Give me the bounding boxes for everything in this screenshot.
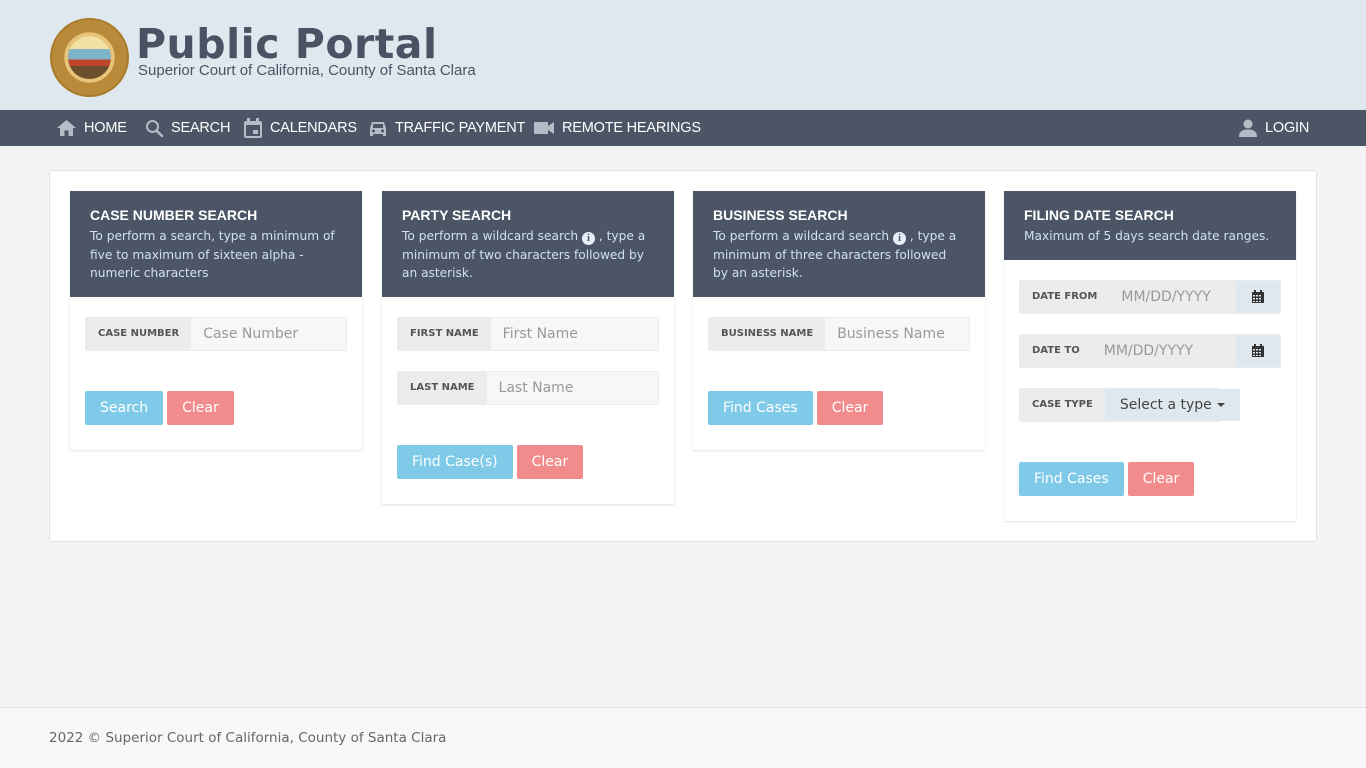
card-header: BUSINESS SEARCH To perform a wildcard se…	[693, 191, 985, 297]
last-name-input[interactable]	[486, 371, 658, 404]
caret-down-icon	[1216, 402, 1225, 407]
business-search-card: BUSINESS SEARCH To perform a wildcard se…	[693, 191, 985, 450]
home-icon	[57, 120, 76, 136]
main-nav: HOME SEARCH CALENDARS TRAFFIC PAYMENT RE…	[0, 110, 1366, 146]
case-type-label: CASE TYPE	[1020, 388, 1105, 421]
case-number-label: CASE NUMBER	[86, 317, 192, 350]
date-from-group: DATE FROM	[1019, 279, 1281, 314]
nav-home[interactable]: HOME	[56, 110, 127, 146]
first-name-input[interactable]	[490, 317, 658, 350]
card-title: PARTY SEARCH	[402, 207, 512, 223]
card-header: PARTY SEARCH To perform a wildcard searc…	[382, 191, 674, 297]
nav-remote-hearings-label: REMOTE HEARINGS	[562, 120, 701, 136]
nav-remote-hearings[interactable]: REMOTE HEARINGS	[534, 110, 701, 146]
card-description: To perform a search, type a minimum of f…	[90, 229, 335, 280]
case-type-selected: Select a type	[1119, 396, 1212, 413]
card-description: To perform a wildcard search i , type a …	[402, 227, 654, 283]
calendar-icon	[244, 117, 262, 138]
calendar-icon	[1252, 290, 1264, 303]
info-icon[interactable]: i	[582, 232, 595, 245]
nav-login[interactable]: LOGIN	[1238, 110, 1309, 146]
business-name-group: BUSINESS NAME	[708, 316, 970, 351]
date-from-input[interactable]	[1109, 280, 1236, 313]
nav-login-label: LOGIN	[1265, 120, 1310, 136]
seal-emblem	[68, 36, 111, 79]
card-title: CASE NUMBER SEARCH	[90, 207, 258, 223]
date-to-input[interactable]	[1091, 334, 1236, 367]
card-description: To perform a wildcard search i , type a …	[713, 227, 965, 283]
business-name-input[interactable]	[825, 317, 969, 350]
info-icon[interactable]: i	[893, 232, 906, 245]
search-button[interactable]: Search	[85, 390, 164, 425]
party-search-card: PARTY SEARCH To perform a wildcard searc…	[382, 191, 674, 504]
card-title: FILING DATE SEARCH	[1024, 207, 1174, 223]
clear-button[interactable]: Clear	[816, 390, 884, 425]
nav-traffic-payment[interactable]: TRAFFIC PAYMENT	[368, 110, 525, 146]
nav-search-label: SEARCH	[171, 120, 231, 136]
date-from-label: DATE FROM	[1020, 280, 1110, 313]
date-to-calendar-button[interactable]	[1236, 334, 1280, 367]
clear-button[interactable]: Clear	[516, 444, 584, 479]
nav-calendars-label: CALENDARS	[270, 120, 357, 136]
copyright-text: 2022 © Superior Court of California, Cou…	[49, 730, 447, 746]
desc-text-before: To perform a wildcard search	[713, 229, 890, 243]
first-name-group: FIRST NAME	[397, 316, 659, 351]
case-number-input[interactable]	[191, 317, 346, 350]
car-icon	[370, 121, 386, 136]
site-footer: 2022 © Superior Court of California, Cou…	[0, 707, 1366, 768]
first-name-label: FIRST NAME	[398, 317, 491, 350]
case-type-group: CASE TYPE Select a type	[1019, 387, 1240, 422]
card-description: Maximum of 5 days search date ranges.	[1024, 229, 1270, 243]
nav-calendars[interactable]: CALENDARS	[243, 110, 357, 146]
site-title: Public Portal	[136, 20, 438, 68]
video-camera-icon	[534, 122, 554, 134]
case-type-dropdown[interactable]: Select a type	[1104, 388, 1240, 421]
filing-date-search-card: FILING DATE SEARCH Maximum of 5 days sea…	[1004, 191, 1296, 521]
calendar-icon	[1252, 344, 1264, 357]
card-header: FILING DATE SEARCH Maximum of 5 days sea…	[1004, 191, 1296, 260]
search-icon	[146, 119, 164, 137]
user-icon	[1239, 119, 1257, 137]
case-number-search-card: CASE NUMBER SEARCH To perform a search, …	[70, 191, 362, 450]
card-header: CASE NUMBER SEARCH To perform a search, …	[70, 191, 362, 297]
nav-traffic-payment-label: TRAFFIC PAYMENT	[395, 120, 526, 136]
card-title: BUSINESS SEARCH	[713, 207, 848, 223]
site-subtitle: Superior Court of California, County of …	[138, 62, 476, 79]
nav-search[interactable]: SEARCH	[145, 110, 230, 146]
date-to-group: DATE TO	[1019, 333, 1281, 368]
find-cases-button[interactable]: Find Cases	[1019, 461, 1124, 496]
clear-button[interactable]: Clear	[167, 390, 234, 425]
date-to-label: DATE TO	[1020, 334, 1092, 367]
court-seal-logo[interactable]	[50, 18, 129, 97]
find-cases-button[interactable]: Find Case(s)	[397, 444, 513, 479]
date-from-calendar-button[interactable]	[1236, 280, 1280, 313]
clear-button[interactable]: Clear	[1127, 461, 1195, 496]
find-cases-button[interactable]: Find Cases	[708, 390, 813, 425]
nav-home-label: HOME	[84, 120, 127, 136]
desc-text-before: To perform a wildcard search	[402, 229, 579, 243]
last-name-group: LAST NAME	[397, 370, 659, 405]
case-number-group: CASE NUMBER	[85, 316, 347, 351]
site-header: Public Portal Superior Court of Californ…	[0, 0, 1366, 110]
business-name-label: BUSINESS NAME	[709, 317, 826, 350]
last-name-label: LAST NAME	[398, 371, 487, 404]
